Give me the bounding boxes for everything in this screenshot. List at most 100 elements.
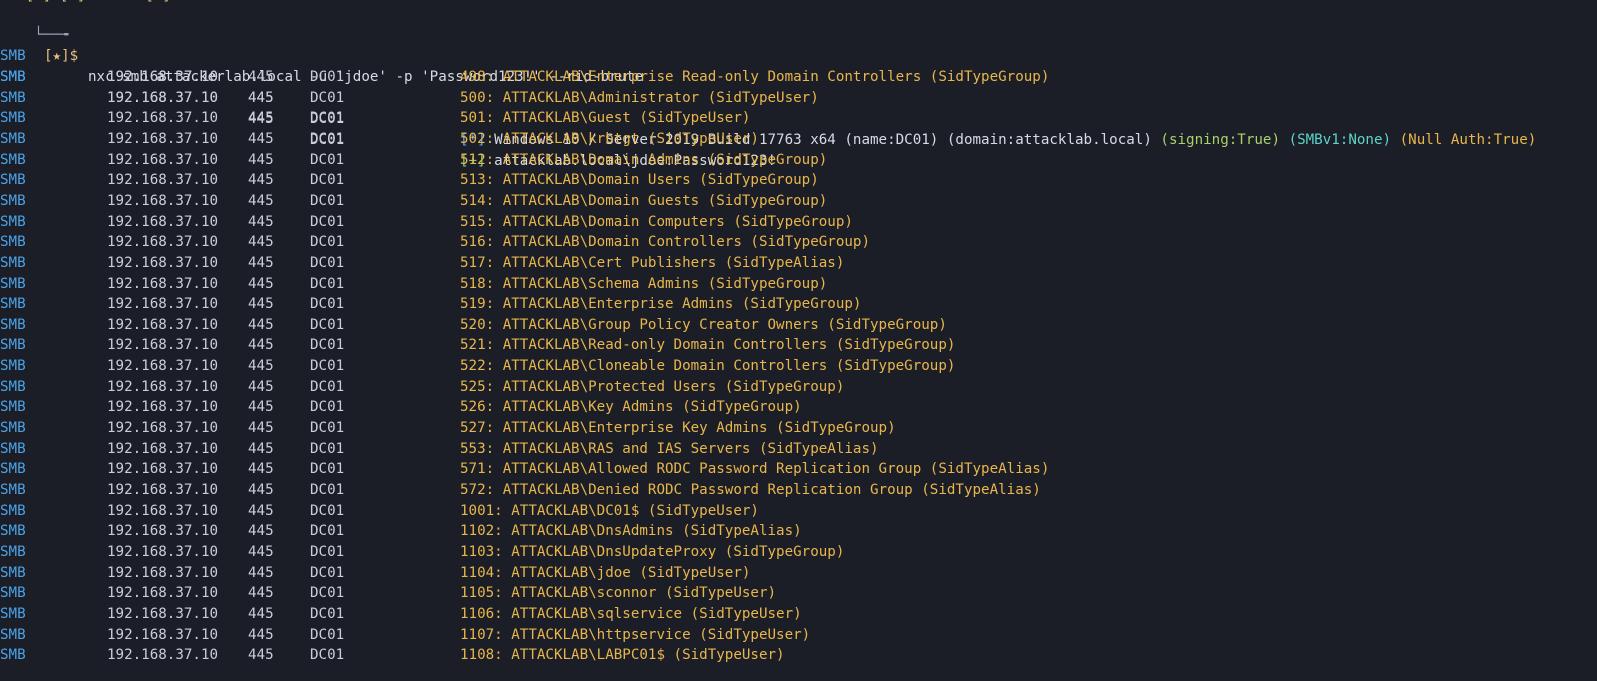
rid-entry: 514: ATTACKLAB\Domain Guests (SidTypeGro… bbox=[460, 192, 828, 209]
ip-address: 192.168.37.10 bbox=[107, 585, 219, 602]
protocol-label: SMB bbox=[0, 647, 26, 664]
host-name: DC01 bbox=[310, 502, 345, 519]
port: 445 bbox=[248, 316, 274, 333]
rid-entry: 500: ATTACKLAB\Administrator (SidTypeUse… bbox=[460, 89, 819, 106]
rid-entry: 515: ATTACKLAB\Domain Computers (SidType… bbox=[460, 213, 853, 230]
rid-entry: 1106: ATTACKLAB\sqlservice (SidTypeUser) bbox=[460, 605, 802, 622]
rid-entry: 512: ATTACKLAB\Domain Admins (SidTypeGro… bbox=[460, 151, 828, 168]
ip-address: 192.168.37.10 bbox=[107, 192, 219, 209]
rid-entry: 517: ATTACKLAB\Cert Publishers (SidTypeA… bbox=[460, 254, 845, 271]
host-name: DC01 bbox=[310, 482, 345, 498]
host-name: DC01 bbox=[310, 337, 345, 354]
protocol-label: SMB bbox=[0, 543, 26, 560]
protocol-label: SMB bbox=[0, 420, 26, 437]
ip-address: 192.168.37.10 bbox=[107, 358, 219, 375]
host-name: DC01 bbox=[310, 275, 345, 292]
protocol-label: SMB bbox=[0, 564, 26, 581]
ip-address: 192.168.37.10 bbox=[107, 213, 219, 230]
protocol-label: SMB bbox=[0, 130, 26, 147]
protocol-label: SMB bbox=[0, 316, 26, 333]
port: 445 bbox=[248, 254, 274, 271]
ip-address: 192.168.37.10 bbox=[107, 626, 219, 643]
port: 445 bbox=[248, 543, 274, 560]
protocol-label: SMB bbox=[0, 585, 26, 602]
ip-address: 192.168.37.10 bbox=[107, 420, 219, 437]
rid-entry: 518: ATTACKLAB\Schema Admins (SidTypeGro… bbox=[460, 275, 828, 292]
rid-entry: 519: ATTACKLAB\Enterprise Admins (SidTyp… bbox=[460, 296, 862, 313]
host-name: DC01 bbox=[310, 69, 345, 85]
rid-entry: 1107: ATTACKLAB\httpservice (SidTypeUser… bbox=[460, 626, 811, 643]
smbv1-flag: (SMBv1:None) bbox=[1288, 132, 1392, 148]
rid-entry: 522: ATTACKLAB\Cloneable Domain Controll… bbox=[460, 358, 956, 375]
signing-flag: (signing:True) bbox=[1160, 132, 1281, 148]
rid-entry: 525: ATTACKLAB\Protected Users (SidTypeG… bbox=[460, 378, 845, 395]
ip-address: 192.168.37.10 bbox=[107, 151, 219, 168]
port: 445 bbox=[248, 626, 274, 643]
rid-entry: 1108: ATTACKLAB\LABPC01$ (SidTypeUser) bbox=[460, 647, 785, 664]
protocol-label: SMB bbox=[0, 482, 26, 498]
protocol-label: SMB bbox=[0, 151, 26, 168]
protocol-label: SMB bbox=[0, 399, 26, 416]
rid-entry: 1105: ATTACKLAB\sconnor (SidTypeUser) bbox=[460, 585, 777, 602]
prompt-marker: [★]$ bbox=[44, 48, 79, 64]
host-name: DC01 bbox=[310, 378, 345, 395]
ip-address: 192.168.37.10 bbox=[107, 543, 219, 560]
protocol-label: SMB bbox=[0, 275, 26, 292]
port: 445 bbox=[248, 69, 274, 85]
host-name: DC01 bbox=[310, 440, 345, 457]
rid-entry: 498: ATTACKLAB\Enterprise Read-only Doma… bbox=[460, 69, 1050, 85]
info-line: SMB 192.168.37.10 445 DC01 [*] Windows 1… bbox=[0, 25, 1597, 148]
rid-entry: 1001: ATTACKLAB\DC01$ (SidTypeUser) bbox=[460, 502, 759, 519]
ip-address: 192.168.37.10 bbox=[107, 605, 219, 622]
ip-address: 192.168.37.10 bbox=[107, 130, 219, 147]
protocol-label: SMB bbox=[0, 192, 26, 209]
prompt-line: └──╼ [★]$ nxc smb attackerlab.local -u '… bbox=[0, 4, 643, 85]
ip-address: 192.168.37.10 bbox=[107, 399, 219, 416]
ip-address: 192.168.37.10 bbox=[107, 564, 219, 581]
port: 445 bbox=[248, 110, 274, 127]
port: 445 bbox=[248, 296, 274, 313]
host-name: DC01 bbox=[310, 543, 345, 560]
protocol-label: SMB bbox=[0, 110, 26, 127]
protocol-label: SMB bbox=[0, 502, 26, 519]
port: 445 bbox=[248, 502, 274, 519]
port: 445 bbox=[248, 482, 274, 498]
ip-address: 192.168.37.10 bbox=[107, 523, 219, 540]
port: 445 bbox=[248, 172, 274, 189]
rid-entry: 501: ATTACKLAB\Guest (SidTypeUser) bbox=[460, 110, 751, 127]
rid-entry: 571: ATTACKLAB\Allowed RODC Password Rep… bbox=[460, 461, 1050, 478]
ip-address: 192.168.37.10 bbox=[107, 275, 219, 292]
protocol-label: SMB bbox=[0, 254, 26, 271]
host-name: DC01 bbox=[310, 130, 345, 147]
ip-address: 192.168.37.10 bbox=[107, 254, 219, 271]
host-name: DC01 bbox=[310, 254, 345, 271]
host-name: DC01 bbox=[310, 626, 345, 643]
host-name: DC01 bbox=[310, 316, 345, 333]
protocol-label: SMB bbox=[0, 440, 26, 457]
port: 445 bbox=[248, 275, 274, 292]
ip-address: 192.168.37.10 bbox=[107, 440, 219, 457]
rid-entry: 513: ATTACKLAB\Domain Users (SidTypeGrou… bbox=[460, 172, 819, 189]
ip-address: 192.168.37.10 bbox=[107, 647, 219, 664]
rid-entry: 553: ATTACKLAB\RAS and IAS Servers (SidT… bbox=[460, 440, 879, 457]
protocol-label: SMB bbox=[0, 523, 26, 540]
rid-entry: 520: ATTACKLAB\Group Policy Creator Owne… bbox=[460, 316, 947, 333]
protocol-label: SMB bbox=[0, 461, 26, 478]
host-name: DC01 bbox=[310, 647, 345, 664]
port: 445 bbox=[248, 358, 274, 375]
port: 445 bbox=[248, 192, 274, 209]
port: 445 bbox=[248, 461, 274, 478]
port: 445 bbox=[248, 585, 274, 602]
ip-address: 192.168.37.10 bbox=[107, 337, 219, 354]
protocol-label: SMB bbox=[0, 337, 26, 354]
ip-address: 192.168.37.10 bbox=[107, 110, 219, 127]
protocol-label: SMB bbox=[0, 626, 26, 643]
port: 445 bbox=[248, 605, 274, 622]
port: 445 bbox=[248, 130, 274, 147]
ip-address: 192.168.37.10 bbox=[107, 316, 219, 333]
rid-entry: 1104: ATTACKLAB\jdoe (SidTypeUser) bbox=[460, 564, 751, 581]
host-name: DC01 bbox=[310, 213, 345, 230]
protocol-label: SMB bbox=[0, 69, 26, 85]
terminal-window[interactable]: [*] [*] [*] └──╼ [★]$ nxc smb attackerla… bbox=[0, 0, 1597, 681]
ip-address: 192.168.37.10 bbox=[107, 296, 219, 313]
